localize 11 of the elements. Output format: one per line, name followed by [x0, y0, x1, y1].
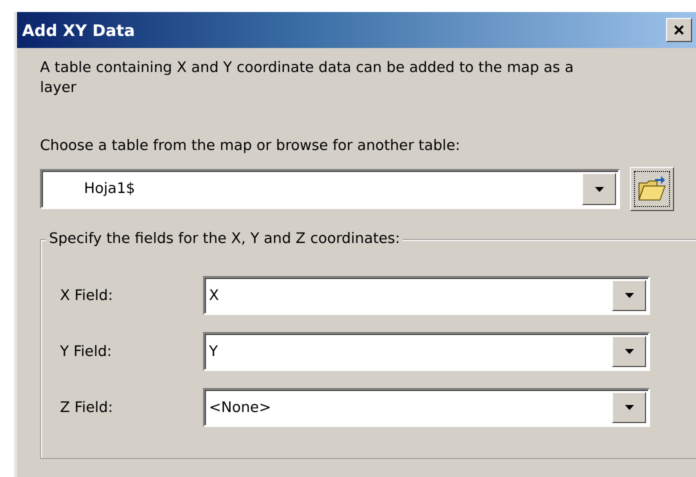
dropdown-field[interactable]: Y: [203, 332, 650, 371]
description-text: A table containing X and Y coordinate data can be added to the map as a layer: [40, 59, 575, 98]
dropdown-field[interactable]: X: [203, 276, 650, 315]
field-label: Y Field:: [60, 344, 113, 360]
group-title: Specify the fields for the X, Y and Z coordinates:: [46, 229, 404, 249]
field-label: X Field:: [60, 288, 114, 304]
field-label: Z Field:: [60, 400, 114, 416]
dropdown-field[interactable]: <None>: [203, 388, 650, 427]
window-title: Add XY Data: [22, 20, 135, 40]
prompt-label: Choose a table from the map or browse for another table:: [40, 137, 462, 156]
dropdown-field[interactable]: Hoja1$: [40, 169, 620, 209]
